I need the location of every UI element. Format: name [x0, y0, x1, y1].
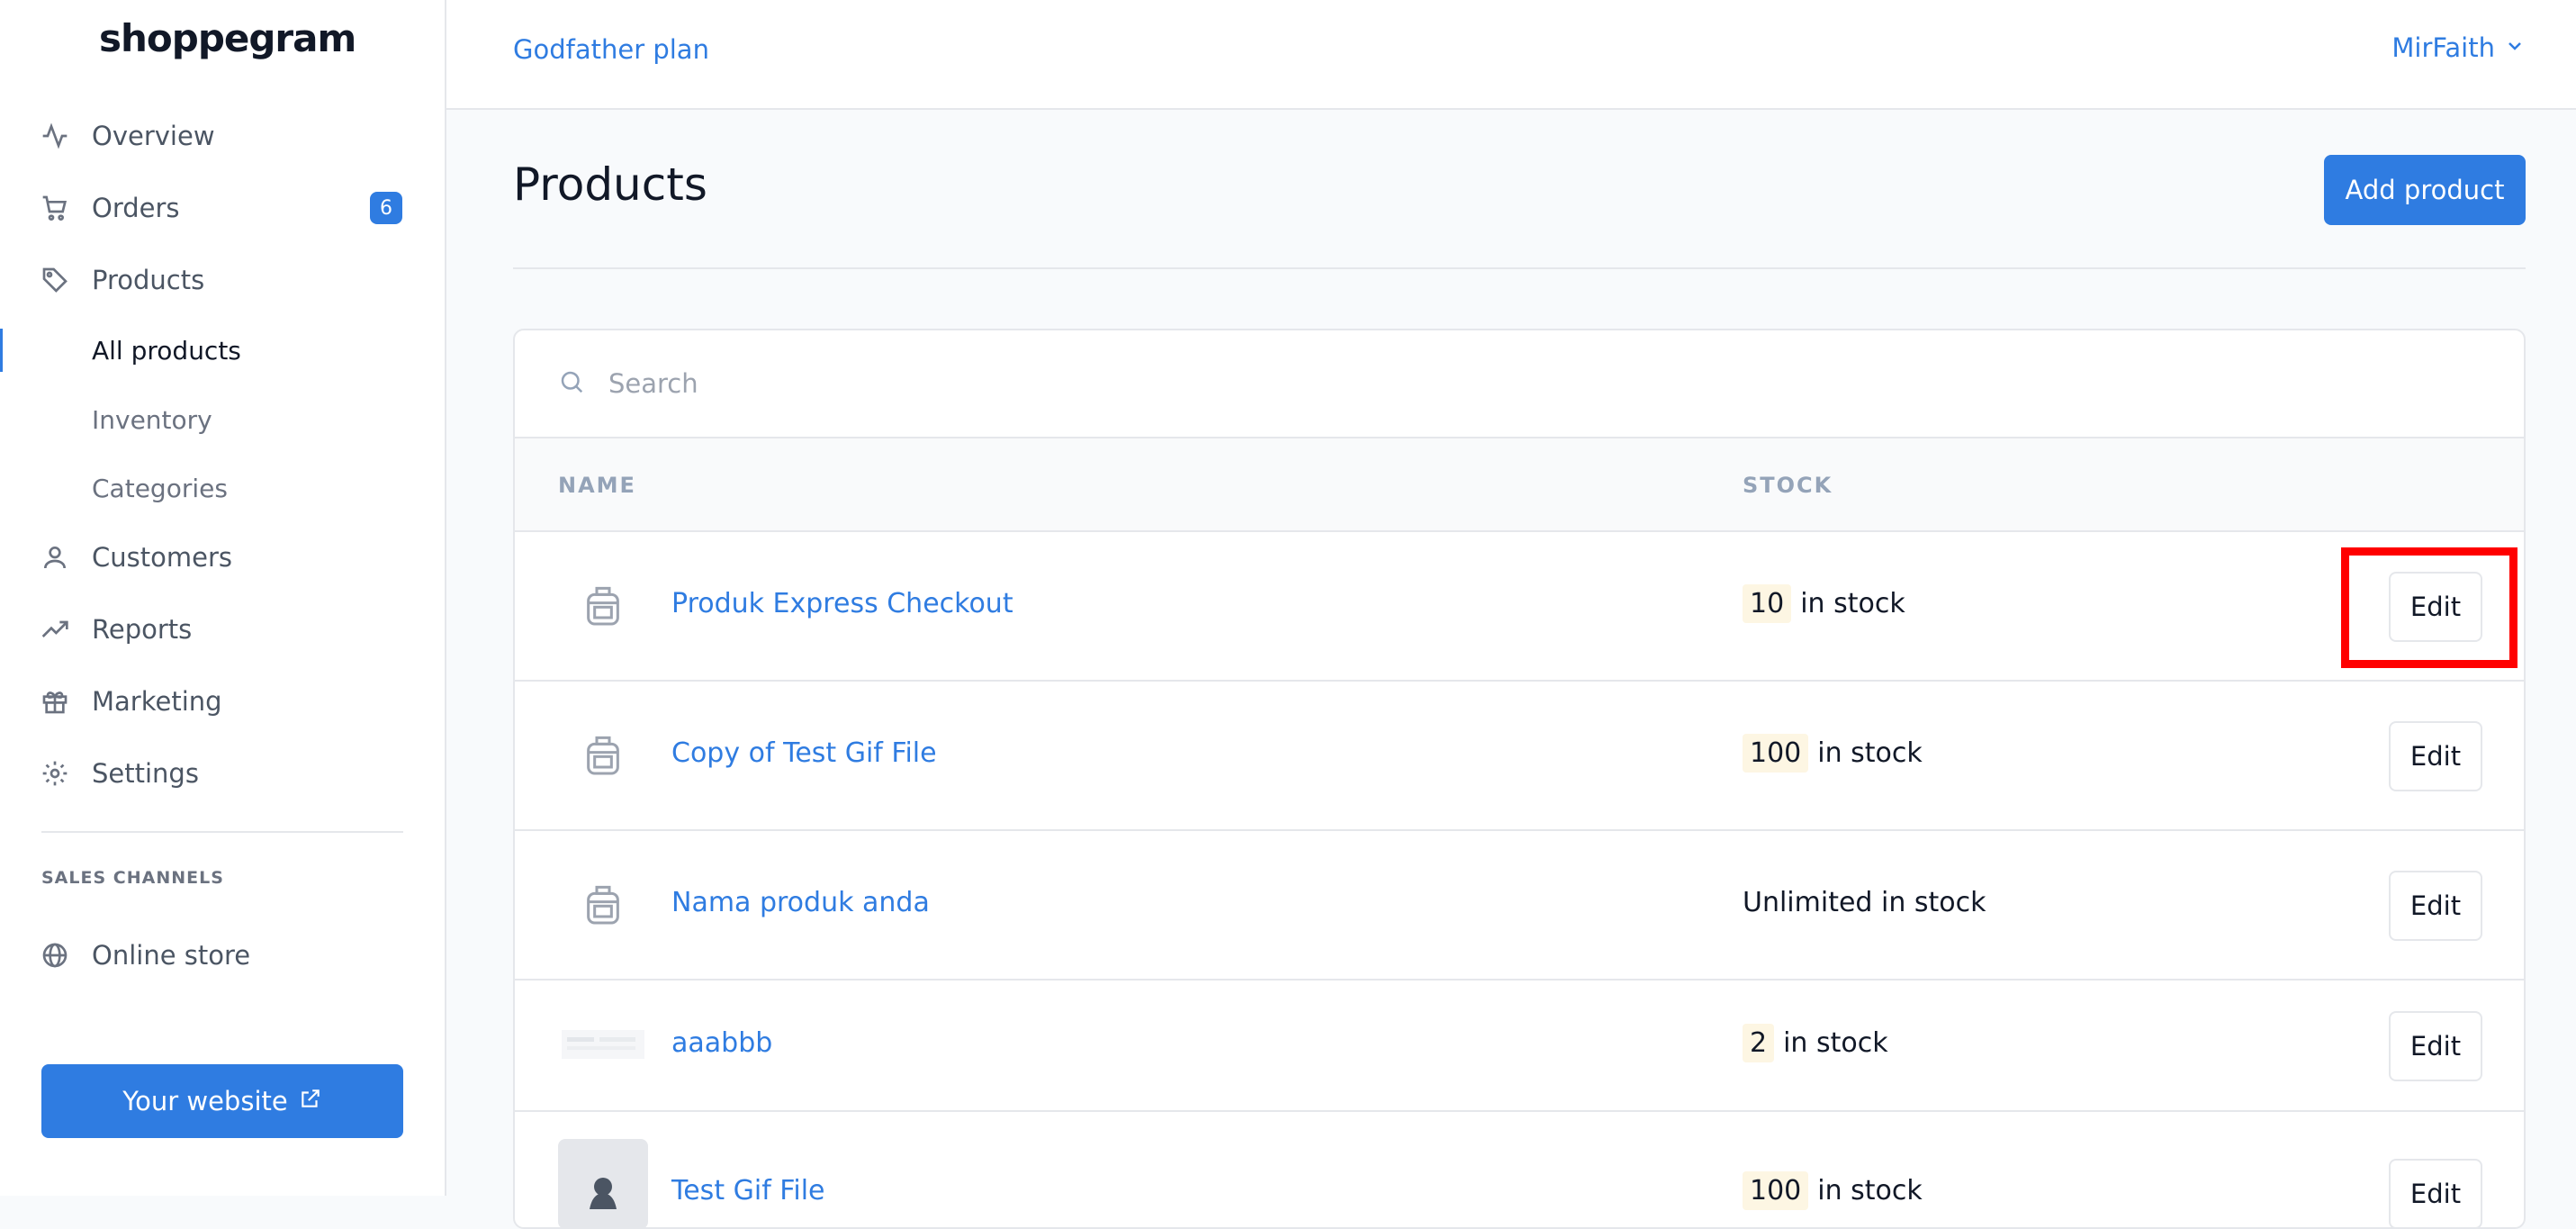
sidebar-item-settings[interactable]: Settings	[0, 745, 445, 802]
product-thumbnail	[558, 562, 648, 652]
sidebar-item-label: All products	[92, 335, 241, 366]
product-name-link[interactable]: Copy of Test Gif File	[671, 737, 937, 769]
product-name-link[interactable]: Produk Express Checkout	[671, 588, 1013, 619]
product-thumbnail	[558, 861, 648, 951]
logo: shoppegram	[99, 16, 356, 60]
table-row: Nama produk anda Unlimited in stock Edit	[515, 831, 2524, 980]
orders-badge: 6	[370, 192, 402, 224]
stock-count: 100	[1743, 734, 1809, 773]
add-product-button[interactable]: Add product	[2324, 155, 2526, 225]
sidebar-item-label: Overview	[92, 121, 215, 151]
product-thumbnail	[558, 1139, 648, 1227]
gift-icon	[40, 686, 70, 717]
table-row: aaabbb 2 in stock Edit	[515, 980, 2524, 1112]
backpack-icon	[578, 879, 628, 933]
your-website-button[interactable]: Your website	[41, 1064, 403, 1138]
edit-button[interactable]: Edit	[2389, 871, 2482, 941]
stock-info: 2 in stock	[1743, 1024, 1888, 1062]
sidebar-item-label: Marketing	[92, 686, 222, 717]
product-thumbnail	[558, 711, 648, 801]
sidebar-item-orders[interactable]: Orders 6	[0, 179, 445, 237]
sidebar-item-label: Orders	[92, 193, 180, 223]
sidebar-item-label: Categories	[92, 473, 228, 503]
your-website-label: Your website	[122, 1086, 288, 1116]
table-row: Copy of Test Gif File 100 in stock Edit	[515, 682, 2524, 831]
sidebar-item-label: Settings	[92, 758, 199, 789]
edit-button[interactable]: Edit	[2389, 1011, 2482, 1081]
column-header-name: NAME	[558, 473, 636, 498]
username: MirFaith	[2391, 32, 2495, 63]
edit-button[interactable]: Edit	[2389, 721, 2482, 791]
sidebar-item-customers[interactable]: Customers	[0, 529, 445, 586]
backpack-icon	[578, 729, 628, 783]
stock-count: 100	[1743, 1171, 1809, 1210]
tag-icon	[40, 265, 70, 295]
sidebar-item-categories[interactable]: Categories	[0, 459, 445, 517]
stock-info: Unlimited in stock	[1743, 887, 1986, 918]
stock-count: 2	[1743, 1024, 1775, 1062]
search-icon	[558, 368, 587, 397]
activity-icon	[40, 121, 70, 151]
external-link-icon	[299, 1086, 322, 1116]
sidebar-item-label: Reports	[92, 614, 193, 645]
stock-info: 100 in stock	[1743, 1171, 1923, 1210]
sidebar-item-products[interactable]: Products	[0, 251, 445, 309]
chevron-down-icon	[2504, 32, 2526, 63]
stock-text: Unlimited in stock	[1743, 887, 1986, 918]
column-header-stock: STOCK	[1743, 473, 1833, 498]
sidebar-divider	[41, 831, 403, 833]
products-card: NAME STOCK Produk Express Checkout 10 in…	[513, 329, 2526, 1229]
title-divider	[513, 267, 2526, 269]
edit-button[interactable]: Edit	[2389, 1159, 2482, 1227]
cart-icon	[40, 193, 70, 223]
gear-icon	[40, 758, 70, 789]
product-thumbnail	[558, 1001, 648, 1091]
product-name-link[interactable]: Test Gif File	[671, 1175, 825, 1206]
stock-text: in stock	[1800, 588, 1905, 619]
image-placeholder-icon	[562, 1026, 644, 1066]
top-bar: Godfather plan MirFaith	[446, 0, 2576, 110]
user-menu[interactable]: MirFaith	[2391, 32, 2526, 63]
stock-text: in stock	[1817, 1175, 1923, 1206]
table-row: Test Gif File 100 in stock Edit	[515, 1112, 2524, 1227]
stock-count: 10	[1743, 584, 1792, 623]
sidebar-item-reports[interactable]: Reports	[0, 601, 445, 658]
sidebar-item-label: Products	[92, 265, 205, 295]
search-row	[515, 330, 2524, 438]
highlight-box	[2341, 547, 2517, 668]
sidebar-item-label: Customers	[92, 542, 232, 573]
sales-channels-label: SALES CHANNELS	[41, 868, 224, 888]
stock-text: in stock	[1817, 737, 1923, 769]
plan-link[interactable]: Godfather plan	[513, 34, 709, 65]
sidebar-item-overview[interactable]: Overview	[0, 107, 445, 165]
photo-icon	[576, 1155, 630, 1213]
sidebar-item-label: Online store	[92, 940, 251, 971]
product-name-link[interactable]: Nama produk anda	[671, 887, 930, 918]
sidebar-item-marketing[interactable]: Marketing	[0, 673, 445, 730]
backpack-icon	[578, 580, 628, 634]
product-name-link[interactable]: aaabbb	[671, 1027, 772, 1059]
table-header: NAME STOCK	[515, 438, 2524, 532]
trending-up-icon	[40, 614, 70, 645]
globe-icon	[40, 940, 70, 971]
sidebar-item-all-products[interactable]: All products	[0, 321, 445, 379]
table-row: Produk Express Checkout 10 in stock Edit	[515, 532, 2524, 682]
sidebar: shoppegram Overview Orders 6 Products Al…	[0, 0, 446, 1196]
search-input[interactable]	[607, 356, 2230, 411]
user-icon	[40, 542, 70, 573]
sidebar-item-inventory[interactable]: Inventory	[0, 391, 445, 448]
page-title: Products	[513, 158, 707, 211]
stock-text: in stock	[1783, 1027, 1888, 1059]
stock-info: 100 in stock	[1743, 734, 1923, 773]
sidebar-item-label: Inventory	[92, 404, 212, 435]
sidebar-item-online-store[interactable]: Online store	[0, 926, 445, 984]
stock-info: 10 in stock	[1743, 584, 1905, 623]
